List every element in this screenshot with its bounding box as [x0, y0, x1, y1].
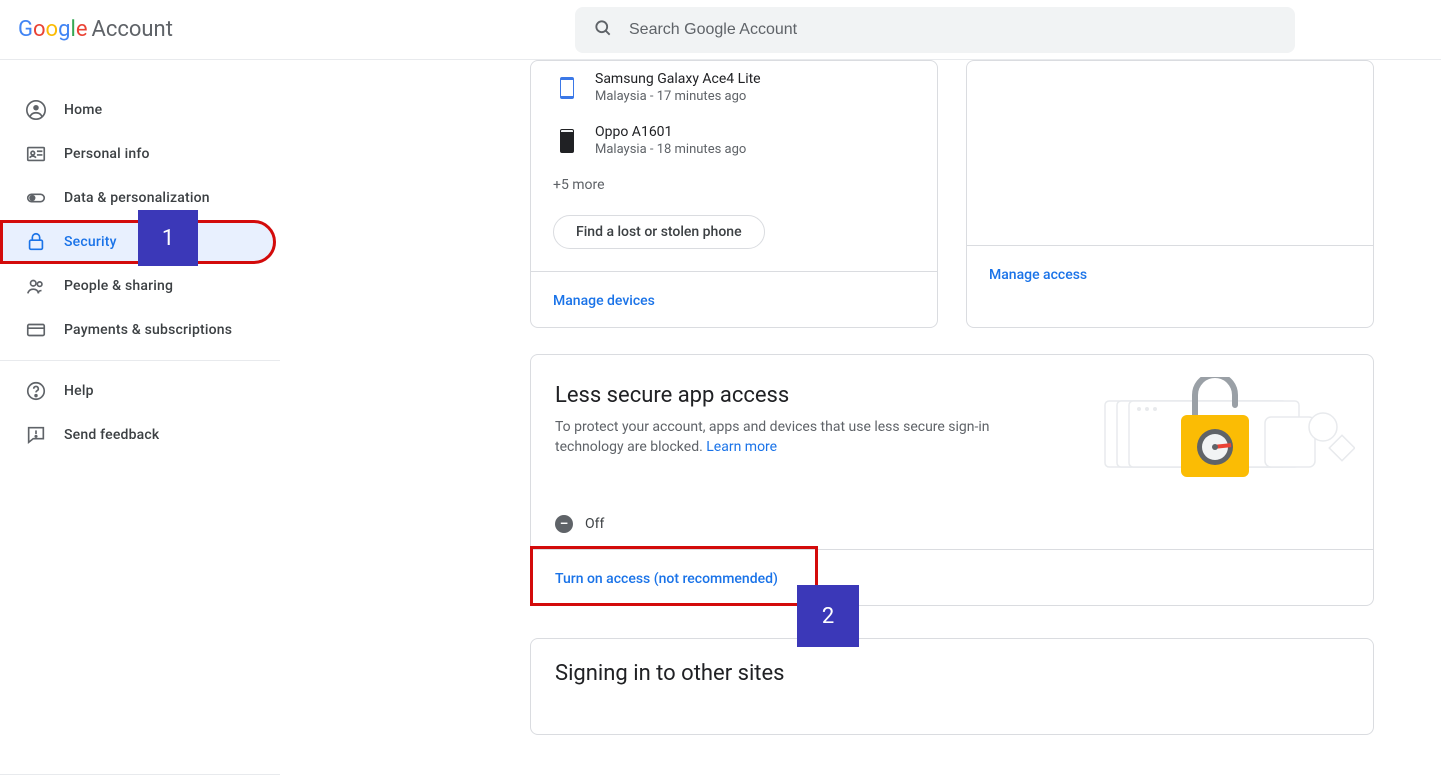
phone-icon [553, 71, 581, 104]
sidebar-item-help[interactable]: Help [0, 369, 276, 413]
less-secure-desc: To protect your account, apps and device… [555, 418, 1015, 457]
find-phone-button[interactable]: Find a lost or stolen phone [553, 215, 765, 249]
annotation-callout-2: 2 [797, 585, 859, 647]
manage-devices-link[interactable]: Manage devices [553, 293, 655, 309]
sidebar-item-label: Home [64, 102, 102, 118]
device-name: Oppo A1601 [595, 124, 746, 140]
turn-on-access-link[interactable]: Turn on access (not recommended) [555, 571, 778, 587]
learn-more-link[interactable]: Learn more [706, 439, 777, 455]
access-card: Manage access [966, 60, 1374, 328]
sidebar-item-home[interactable]: Home [0, 88, 276, 132]
search-icon [593, 18, 613, 42]
sidebar-item-personal-info[interactable]: Personal info [0, 132, 276, 176]
sidebar-item-label: Personal info [64, 146, 150, 162]
credit-card-icon [24, 318, 48, 342]
toggle-icon [24, 186, 48, 210]
main-content: Samsung Galaxy Ace4 Lite Malaysia - 17 m… [280, 60, 1441, 775]
signing-title: Signing in to other sites [555, 661, 1349, 686]
devices-card: Samsung Galaxy Ace4 Lite Malaysia - 17 m… [530, 60, 938, 328]
minus-circle-icon: – [555, 515, 573, 533]
sidebar-item-feedback[interactable]: Send feedback [0, 413, 276, 457]
person-circle-icon [24, 98, 48, 122]
sidebar-item-label: Security [64, 234, 117, 250]
account-text: Account [91, 17, 172, 42]
annotation-callout-1: 1 [138, 210, 198, 266]
sidebar-item-payments[interactable]: Payments & subscriptions [0, 308, 276, 352]
feedback-icon [24, 423, 48, 447]
sidebar: Home Personal info Data & personalizatio… [0, 60, 280, 775]
logo[interactable]: Google Account [18, 17, 173, 42]
sidebar-item-label: Data & personalization [64, 190, 210, 206]
search-input[interactable] [575, 7, 1295, 53]
lock-icon [24, 230, 48, 254]
phone-icon [553, 124, 581, 157]
less-secure-card: Less secure app access To protect your a… [530, 354, 1374, 606]
sidebar-item-label: People & sharing [64, 278, 173, 294]
device-item[interactable]: Samsung Galaxy Ace4 Lite Malaysia - 17 m… [531, 61, 937, 114]
search-wrap [575, 7, 1295, 53]
nav-divider [0, 360, 280, 361]
id-card-icon [24, 142, 48, 166]
device-meta: Malaysia - 18 minutes ago [595, 142, 746, 157]
people-icon [24, 274, 48, 298]
device-meta: Malaysia - 17 minutes ago [595, 89, 761, 104]
signing-card: Signing in to other sites [530, 638, 1374, 735]
help-icon [24, 379, 48, 403]
status-row: – Off [555, 515, 1349, 533]
less-secure-graphic [1095, 377, 1355, 487]
header: Google Account [0, 0, 1441, 60]
sidebar-item-label: Payments & subscriptions [64, 322, 232, 338]
sidebar-item-label: Help [64, 383, 94, 399]
sidebar-item-people-sharing[interactable]: People & sharing [0, 264, 276, 308]
manage-access-link[interactable]: Manage access [989, 267, 1087, 283]
more-devices-link[interactable]: +5 more [531, 167, 937, 211]
sidebar-item-label: Send feedback [64, 427, 159, 443]
google-logo-text: Google [18, 17, 87, 42]
device-name: Samsung Galaxy Ace4 Lite [595, 71, 761, 87]
status-text: Off [585, 516, 604, 532]
device-item[interactable]: Oppo A1601 Malaysia - 18 minutes ago [531, 114, 937, 167]
